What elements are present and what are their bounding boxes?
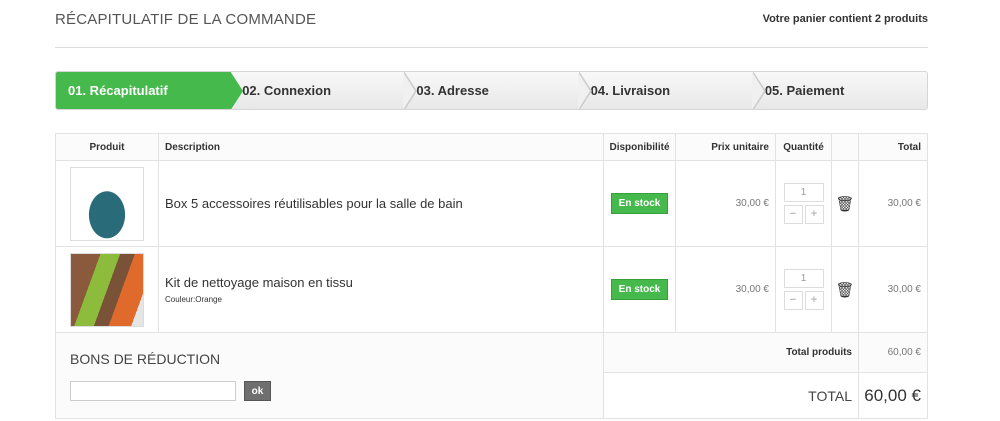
increase-button[interactable]: +	[804, 205, 824, 224]
table-row: Box 5 accessoires réutilisables pour la …	[55, 160, 928, 247]
voucher-title: BONS DE RÉDUCTION	[70, 351, 221, 367]
product-image[interactable]	[70, 252, 144, 327]
product-name[interactable]: Box 5 accessoires réutilisables pour la …	[165, 196, 603, 211]
divider	[55, 47, 928, 48]
col-availability: Disponibilité	[603, 133, 676, 161]
cart-table: Produit Description Disponibilité Prix u…	[55, 133, 928, 419]
page-title: RÉCAPITULATIF DE LA COMMANDE	[55, 11, 317, 28]
trash-icon[interactable]: 🗑	[831, 246, 859, 333]
status-badge: En stock	[610, 193, 669, 214]
status-badge: En stock	[610, 279, 669, 300]
total-value: 60,00 €	[858, 372, 928, 419]
decrease-button[interactable]: −	[783, 205, 803, 224]
line-total: 30,00 €	[858, 160, 928, 247]
col-description: Description	[158, 133, 604, 161]
product-name[interactable]: Kit de nettoyage maison en tissu	[165, 275, 603, 290]
product-attribute: Couleur:Orange	[165, 295, 222, 304]
step-summary[interactable]: 01. Récapitulatif	[56, 72, 244, 109]
step-payment[interactable]: 05. Paiement	[753, 72, 927, 109]
unit-price: 30,00 €	[675, 160, 776, 247]
checkout-steps: 01. Récapitulatif 02. Connexion 03. Adre…	[55, 71, 928, 110]
step-label: 01. Récapitulatif	[68, 83, 168, 98]
step-address[interactable]: 03. Adresse	[404, 72, 592, 109]
step-login[interactable]: 02. Connexion	[230, 72, 418, 109]
col-quantity: Quantité	[775, 133, 832, 161]
quantity-input[interactable]: 1	[783, 183, 824, 202]
total-label: TOTAL	[603, 372, 859, 419]
step-shipping[interactable]: 04. Livraison	[579, 72, 766, 109]
col-product: Produit	[55, 133, 159, 161]
step-label: 05. Paiement	[764, 83, 845, 98]
cart-count: Votre panier contient 2 produits	[762, 13, 928, 25]
col-total: Total	[858, 133, 928, 161]
step-label: 03. Adresse	[416, 83, 489, 98]
voucher-submit-button[interactable]: ok	[244, 381, 271, 401]
total-products-value: 60,00 €	[858, 332, 928, 373]
voucher-section: BONS DE RÉDUCTION ok	[55, 332, 604, 419]
line-total: 30,00 €	[858, 246, 928, 333]
decrease-button[interactable]: −	[783, 291, 803, 310]
step-label: 02. Connexion	[242, 83, 332, 98]
trash-icon[interactable]: 🗑	[831, 160, 859, 247]
step-label: 04. Livraison	[590, 83, 671, 98]
increase-button[interactable]: +	[804, 291, 824, 310]
total-products-label: Total produits	[603, 332, 859, 373]
col-unit-price: Prix unitaire	[675, 133, 776, 161]
product-image[interactable]	[70, 166, 144, 241]
table-row: Kit de nettoyage maison en tissu Couleur:…	[55, 246, 928, 333]
unit-price: 30,00 €	[675, 246, 776, 333]
voucher-input[interactable]	[70, 381, 236, 401]
quantity-input[interactable]: 1	[783, 269, 824, 288]
col-delete	[831, 133, 859, 161]
